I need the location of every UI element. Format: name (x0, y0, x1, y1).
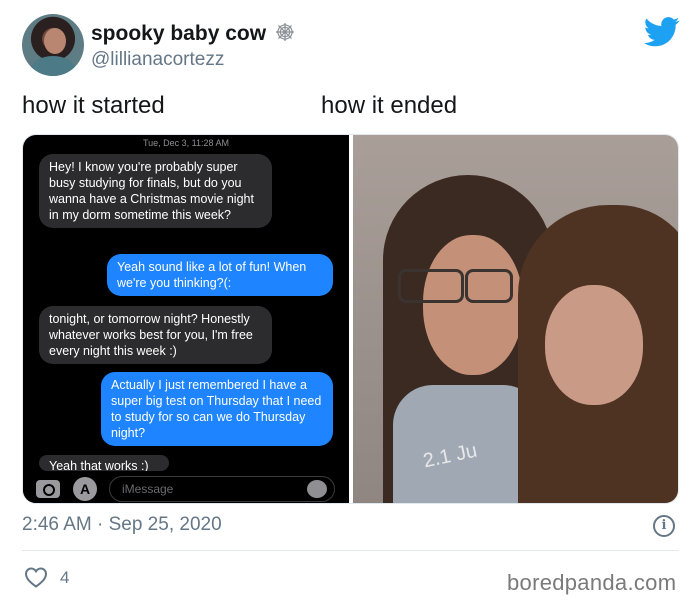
message-bubble-received: Hey! I know you're probably super busy s… (39, 154, 272, 228)
divider (22, 550, 679, 551)
app-store-icon[interactable]: A (73, 477, 97, 501)
display-name[interactable]: spooky baby cow (91, 22, 295, 46)
spiderweb-icon (275, 23, 294, 41)
imessage-input[interactable]: iMessage (109, 476, 335, 502)
tweet-timestamp[interactable]: 2:46 AM · Sep 25, 2020 (22, 514, 222, 536)
message-bubble-received: Yeah that works :) (39, 455, 169, 471)
message-timestamp: Tue, Dec 3, 11:28 AM (142, 138, 230, 148)
message-input-bar: A iMessage (23, 471, 349, 503)
caption-how-it-ended: how it ended (321, 92, 458, 119)
caption-how-it-started: how it started (22, 92, 165, 119)
avatar[interactable] (22, 14, 84, 76)
handle[interactable]: @lillianacortezz (91, 49, 224, 71)
glasses-left-lens (398, 269, 464, 303)
person-right-face (545, 285, 643, 405)
imessage-placeholder: iMessage (122, 482, 174, 496)
selfie-photo[interactable]: 2.1 Ju (353, 135, 678, 503)
imessage-screenshot[interactable]: Tue, Dec 3, 11:28 AM Hey! I know you're … (23, 135, 349, 503)
camera-icon[interactable] (36, 480, 60, 498)
heart-icon[interactable] (24, 566, 48, 588)
person-left-face (423, 235, 523, 375)
message-bubble-received: tonight, or tomorrow night? Honestly wha… (39, 306, 272, 364)
watermark: boredpanda.com (507, 570, 677, 595)
audio-icon[interactable] (307, 480, 327, 498)
display-name-text: spooky baby cow (91, 22, 267, 45)
avatar-face (44, 28, 66, 54)
message-bubble-sent: Actually I just remembered I have a supe… (101, 372, 333, 446)
info-icon[interactable]: i (653, 515, 675, 537)
glasses-right-lens (465, 269, 513, 303)
avatar-shirt (30, 56, 76, 76)
like-count: 4 (60, 568, 70, 587)
message-bubble-sent: Yeah sound like a lot of fun! When we're… (107, 254, 333, 296)
tweet-media[interactable]: Tue, Dec 3, 11:28 AM Hey! I know you're … (22, 134, 679, 504)
twitter-bird-icon[interactable] (644, 17, 680, 47)
